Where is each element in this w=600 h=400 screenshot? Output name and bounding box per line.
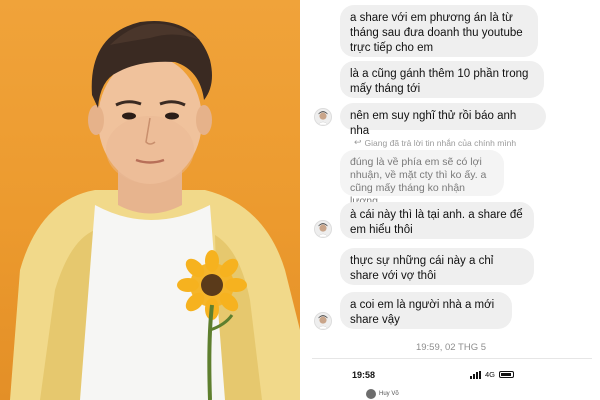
contact-name: Huy Võ [379,391,399,397]
contact-avatar[interactable] [366,389,376,399]
network-label: 4G [485,370,496,379]
message-bubble[interactable]: à cái này thì là tại anh. a share để em … [340,202,534,239]
message-bubble[interactable]: a share với em phương án là từ tháng sau… [340,5,538,57]
message-text: à cái này thì là tại anh. a share để em … [350,209,523,236]
reply-note: ↩ Giang đã trả lời tin nhắn của chính mì… [354,137,516,148]
profile-photo [0,0,300,400]
reply-icon: ↩ [354,137,362,147]
message-bubble[interactable]: nên em suy nghĩ thử rồi báo anh nha [340,103,546,137]
status-bar-time: 19:58 [352,370,376,380]
reply-note-text: Giang đã trả lời tin nhắn của chính mình [364,137,517,148]
quoted-message-text: đúng là về phía em sẽ có lợi nhuận, về m… [350,156,487,207]
avatar-icon [315,313,331,329]
message-text: là a cũng gánh thêm 10 phần trong mấy th… [350,68,529,95]
sender-avatar[interactable] [314,220,332,238]
avatar-icon [315,109,331,125]
sender-avatar[interactable] [314,108,332,126]
quoted-message-bubble[interactable]: đúng là về phía em sẽ có lợi nhuận, về m… [340,150,504,207]
screenshot-separator [312,358,592,359]
chat-timestamp: 19:59, 02 THG 5 [415,342,487,353]
portrait-illustration [10,21,300,400]
message-text: a coi em là người nhà a mới share vậy [350,299,495,326]
battery-icon [499,371,515,378]
message-bubble[interactable]: a coi em là người nhà a mới share vậy [340,292,512,329]
chat-panel: a share với em phương án là từ tháng sau… [302,0,600,400]
message-text: a share với em phương án là từ tháng sau… [350,12,523,54]
message-bubble[interactable]: là a cũng gánh thêm 10 phần trong mấy th… [340,61,544,98]
message-text: thực sự những cái này a chỉ share với vợ… [350,255,494,282]
message-bubble[interactable]: thực sự những cái này a chỉ share với vợ… [340,248,534,285]
status-bar-indicators: 4G [470,370,515,379]
sender-avatar[interactable] [314,312,332,330]
signal-icon [470,370,481,379]
avatar-icon [315,221,331,237]
message-text: nên em suy nghĩ thử rồi báo anh nha [350,110,517,137]
